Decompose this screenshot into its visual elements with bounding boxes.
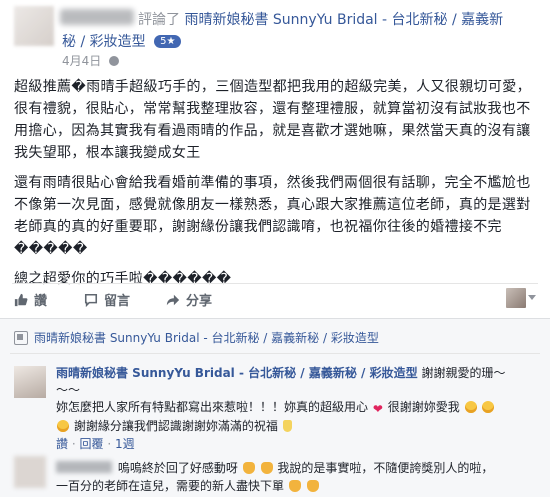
commenter-name-blurred[interactable]	[56, 461, 112, 473]
page-attribution-text[interactable]: 雨晴新娘秘書 SunnyYu Bridal - 台北新秘 / 嘉義新秘 / 彩妝…	[34, 329, 379, 346]
user-reply: 嗚嗚終於回了好感動呀 我說的是事實啦，不隨便誇獎別人的啦， 一百分的老師在這兒，…	[56, 459, 538, 495]
page-reply: 雨晴新娘秘書 SunnyYu Bridal - 台北新秘 / 嘉義新秘 / 彩妝…	[56, 365, 538, 453]
share-button[interactable]: 分享	[166, 290, 212, 309]
reply-like-link[interactable]: 讚	[56, 437, 68, 451]
cat-emoji-icon	[288, 480, 301, 492]
divider	[10, 353, 540, 354]
post-paragraph: 超級推薦�雨晴手超級巧手的，三個造型都把我用的超級完美，人又很親切可愛，很有禮貌…	[14, 79, 531, 161]
laughing-emoji-icon	[482, 401, 495, 413]
reply-text: ～～	[56, 383, 81, 397]
page-icon	[14, 330, 28, 345]
heart-emoji-icon: ❤	[372, 402, 383, 416]
review-headline-cont: 秘 / 彩妝造型 5★	[62, 31, 182, 51]
reply-author-link[interactable]: 雨晴新娘秘書 SunnyYu Bridal - 台北新秘 / 嘉義新秘 / 彩妝…	[56, 366, 418, 380]
post-header: 評論了 雨晴新娘秘書 SunnyYu Bridal - 台北新秘 / 嘉義新 秘…	[0, 0, 550, 70]
laughing-emoji-icon	[464, 401, 477, 413]
post-date-text[interactable]: 4月4日	[62, 54, 101, 68]
like-icon	[14, 293, 28, 306]
page-attribution[interactable]: 雨晴新娘秘書 SunnyYu Bridal - 台北新秘 / 嘉義新秘 / 彩妝…	[14, 329, 379, 346]
commenter-avatar[interactable]	[14, 456, 46, 488]
share-icon	[166, 294, 180, 305]
laughing-emoji-icon	[57, 420, 69, 432]
page-name-link-cont[interactable]: 秘 / 彩妝造型	[62, 34, 146, 50]
reply-line: 謝謝緣分讓我們認識謝謝妳滿滿的祝福	[56, 418, 538, 435]
divider	[12, 283, 538, 284]
comment-label[interactable]: 留言	[104, 290, 130, 309]
reviewer-name-blurred[interactable]	[60, 9, 134, 25]
peace-hand-emoji-icon	[282, 420, 292, 432]
reply-text: 嗚嗚終於回了好感動呀	[117, 461, 238, 475]
like-label[interactable]: 讚	[34, 290, 47, 309]
share-label[interactable]: 分享	[186, 290, 212, 309]
review-headline: 評論了 雨晴新娘秘書 SunnyYu Bridal - 台北新秘 / 嘉義新	[138, 9, 503, 29]
comments-section: 雨晴新娘秘書 SunnyYu Bridal - 台北新秘 / 嘉義新秘 / 彩妝…	[0, 318, 550, 497]
post-paragraph: 總之超愛你的巧手啦������	[14, 271, 232, 287]
page-avatar[interactable]	[14, 366, 46, 398]
post-actions: 讚 留言 分享	[0, 288, 550, 314]
reply-line: ～～	[56, 382, 538, 399]
reply-text: 很謝謝妳愛我	[387, 400, 460, 414]
reply-line: 妳怎麼把人家所有特點都寫出來惹啦！！！妳真的超級用心 ❤ 很謝謝妳愛我	[56, 399, 538, 418]
separator: ·	[107, 437, 112, 451]
reply-text: 謝謝親愛的珊～	[421, 366, 506, 380]
reply-line: 雨晴新娘秘書 SunnyYu Bridal - 台北新秘 / 嘉義新秘 / 彩妝…	[56, 365, 538, 382]
reply-text: 妳怎麼把人家所有特點都寫出來惹啦！！！妳真的超級用心	[56, 400, 369, 414]
post-paragraph: 還有雨晴很貼心會給我看婚前準備的事項，然後我們兩個很有話聊，完全不尷尬也不像第一…	[14, 175, 531, 257]
reply-reply-link[interactable]: 回覆	[80, 437, 104, 451]
post-date[interactable]: 4月4日	[62, 52, 120, 69]
review-verb: 評論了	[138, 12, 180, 28]
reply-text: 我說的是事實啦，不隨便誇獎別人的啦，	[277, 461, 494, 475]
rating-badge: 5★	[154, 35, 182, 48]
post-body: 超級推薦�雨晴手超級巧手的，三個造型都把我用的超級完美，人又很親切可愛，很有禮貌…	[14, 76, 540, 298]
globe-icon	[109, 56, 120, 66]
viewer-avatar[interactable]	[506, 288, 526, 308]
reply-line: 嗚嗚終於回了好感動呀 我說的是事實啦，不隨便誇獎別人的啦，	[56, 459, 538, 477]
cat-emoji-icon	[260, 462, 273, 474]
reply-line: 一百分的老師在這兒，需要的新人盡快下單	[56, 477, 538, 495]
page-name-link[interactable]: 雨晴新娘秘書 SunnyYu Bridal - 台北新秘 / 嘉義新	[184, 12, 503, 28]
cat-emoji-icon	[306, 480, 319, 492]
like-button[interactable]: 讚	[14, 290, 47, 309]
reply-text: 一百分的老師在這兒，需要的新人盡快下單	[56, 479, 285, 493]
separator: ·	[71, 437, 76, 451]
reply-actions: 讚 · 回覆 · 1週	[56, 436, 538, 453]
chevron-down-icon[interactable]	[528, 295, 536, 300]
comment-icon	[84, 293, 98, 307]
reply-text: 謝謝緣分讓我們認識謝謝妳滿滿的祝福	[73, 419, 278, 433]
reply-timestamp[interactable]: 1週	[115, 437, 135, 451]
comment-button[interactable]: 留言	[84, 290, 130, 309]
cat-emoji-icon	[242, 462, 255, 474]
reviewer-avatar[interactable]	[14, 6, 54, 46]
